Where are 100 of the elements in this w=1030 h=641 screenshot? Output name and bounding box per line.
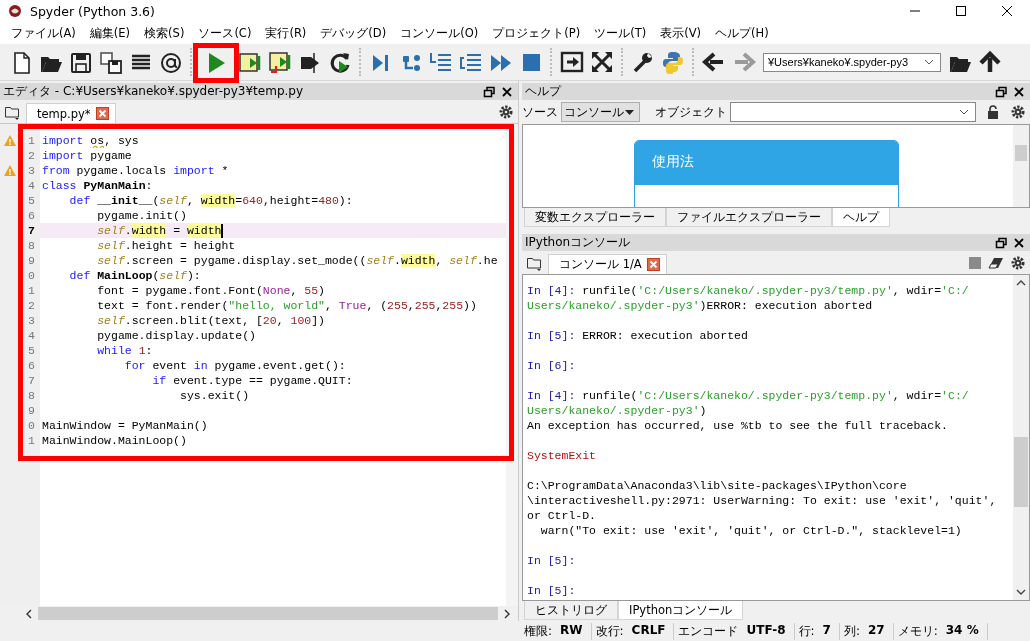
undock-icon[interactable] <box>994 84 1008 99</box>
code-line: if event.type == pygame.QUIT: <box>151 373 353 388</box>
menu-item[interactable]: デバッグ(D) <box>313 25 394 41</box>
line-number: 9 <box>27 253 36 268</box>
fullscreen-icon[interactable] <box>590 50 614 74</box>
console-line: An exception has occurred, use %tb to see the full traceback. <box>527 418 948 433</box>
status-label: メモリ: <box>897 622 938 640</box>
at-sign-icon[interactable] <box>159 50 183 74</box>
line-number: 0 <box>27 418 36 433</box>
code-line: def __init__(self, width=640,height=480): <box>68 193 353 208</box>
source-dropdown[interactable]: コンソール <box>561 102 640 122</box>
file-tab[interactable]: temp.py* <box>26 103 116 123</box>
status-label: 改行: <box>595 622 624 640</box>
code-line: font = pygame.font.Font(None, 55) <box>96 283 325 298</box>
undock-icon[interactable] <box>994 235 1008 250</box>
python-logo-icon[interactable] <box>661 50 685 74</box>
scroll-right-icon[interactable] <box>502 608 512 619</box>
scroll-left-icon[interactable] <box>24 608 34 619</box>
pane-tab[interactable]: ヒストリログ <box>524 601 618 620</box>
eraser-icon[interactable] <box>988 256 1004 270</box>
run-cell-advance-icon[interactable] <box>268 50 292 74</box>
line-number: 3 <box>27 313 36 328</box>
code-line: def MainLoop(self): <box>68 268 201 283</box>
code-line: MainWindow = PyManMain() <box>42 418 208 433</box>
scroll-up-icon[interactable] <box>1016 279 1026 287</box>
warning-icon <box>3 134 17 147</box>
run-cell-icon[interactable] <box>238 50 262 74</box>
console-line: \interactiveshell.py:2971: UserWarning: To exit: use 'exit', 'quit', <box>527 493 997 508</box>
console-tab[interactable]: コンソール 1/A <box>548 254 667 274</box>
card-title: 使用法 <box>635 141 898 185</box>
editor-title: エディタ - C:¥Users¥kaneko¥.spyder-py3¥temp.py <box>3 83 304 100</box>
code-line: sys.exit() <box>179 388 250 403</box>
path-text: ¥Users¥kaneko¥.spyder-py3 <box>768 56 909 68</box>
pane-tab[interactable]: ヘルプ <box>832 208 890 227</box>
menu-item[interactable]: プロジェクト(P) <box>485 25 588 41</box>
source-label: ソース <box>522 104 558 120</box>
pane-tab[interactable]: ファイルエクスプローラー <box>666 208 832 227</box>
scroll-down-icon[interactable] <box>1016 588 1026 596</box>
console-line: Users/kaneko/.spyder-py3')ERROR: execution aborted <box>527 298 873 313</box>
line-number: 1 <box>27 133 36 148</box>
scroll-thumb[interactable] <box>1015 145 1027 161</box>
menu-item[interactable]: コンソール(O) <box>393 25 486 41</box>
menu-item[interactable]: ツール(T) <box>587 25 654 41</box>
status-label: 行: <box>798 622 815 640</box>
console-line: In [6]: <box>527 358 576 373</box>
lock-icon[interactable] <box>987 105 999 119</box>
folder-icon[interactable] <box>4 104 20 120</box>
line-number: 4 <box>27 178 36 193</box>
menu-item[interactable]: ソース(C) <box>191 25 259 41</box>
menu-item[interactable]: ヘルプ(H) <box>708 25 776 41</box>
console-line: In [5]: <box>527 583 576 598</box>
code-line: self.screen = pygame.display.set_mode((self.width, self.he <box>96 253 498 268</box>
rerun-icon[interactable] <box>328 50 352 74</box>
line-number: 7 <box>27 373 36 388</box>
pane-tab[interactable]: 変数エクスプローラー <box>524 208 666 227</box>
code-line: pygame.init() <box>96 208 187 223</box>
code-line: MainWindow.MainLoop() <box>42 433 187 448</box>
save-all-icon[interactable] <box>99 50 123 74</box>
settings-icon[interactable] <box>1010 255 1026 271</box>
scroll-thumb[interactable] <box>1014 437 1028 507</box>
window-title: Spyder (Python 3.6) <box>30 3 155 19</box>
settings-icon[interactable] <box>1010 104 1026 120</box>
menu-item[interactable]: 表示(V) <box>653 25 708 41</box>
menu-item[interactable]: 実行(R) <box>258 25 314 41</box>
folder-icon[interactable] <box>526 255 542 271</box>
menu-item[interactable]: 検索(S) <box>137 25 192 41</box>
settings-icon[interactable] <box>498 104 514 120</box>
close-icon[interactable] <box>500 84 514 99</box>
warning-icon <box>3 164 17 177</box>
pane-tab[interactable]: IPythonコンソール <box>618 601 744 620</box>
code-line: while 1: <box>96 343 153 358</box>
line-number: 4 <box>27 328 36 343</box>
code-line: self.width = width <box>96 223 224 238</box>
status-value: 34 % <box>945 622 979 639</box>
console-line: In [4]: runfile('C:/Users/kaneko/.spyder-py3/temp.py', wdir='C:/ <box>527 388 969 403</box>
console-title: IPythonコンソール <box>525 234 631 251</box>
wrench-icon[interactable] <box>631 50 655 74</box>
step-into-icon[interactable] <box>429 50 453 74</box>
object-field[interactable] <box>730 102 976 122</box>
undock-icon[interactable] <box>482 84 496 99</box>
menu-item[interactable]: ファイル(A) <box>4 25 83 41</box>
console-line: In [4]: runfile('C:/Users/kaneko/.spyder-py3/temp.py', wdir='C:/ <box>527 283 969 298</box>
scroll-thumb[interactable] <box>38 607 498 620</box>
menu-item[interactable]: 編集(E) <box>82 25 138 41</box>
line-number: 0 <box>27 268 36 283</box>
close-icon[interactable] <box>1012 84 1026 99</box>
path-dropdown[interactable]: ¥Users¥kaneko¥.spyder-py3 <box>763 52 941 72</box>
line-number: 2 <box>27 148 36 163</box>
console-line: C:\ProgramData\Anaconda3\lib\site-packages\IPython\core <box>527 478 907 493</box>
save-icon[interactable] <box>69 50 93 74</box>
close-icon[interactable] <box>1012 235 1026 250</box>
stop-icon[interactable] <box>968 256 982 270</box>
status-label: エンコード <box>678 622 739 640</box>
maximize-pane-icon[interactable] <box>560 50 584 74</box>
app-icon <box>8 4 22 18</box>
line-number: 7 <box>27 223 36 238</box>
code-line: self.height = height <box>96 238 236 253</box>
object-label: オブジェクト <box>655 104 727 120</box>
chevron-icon <box>924 59 934 65</box>
console-line: warn("To exit: use 'exit', 'quit', or Ctrl-D.", stacklevel=1) <box>539 523 962 538</box>
